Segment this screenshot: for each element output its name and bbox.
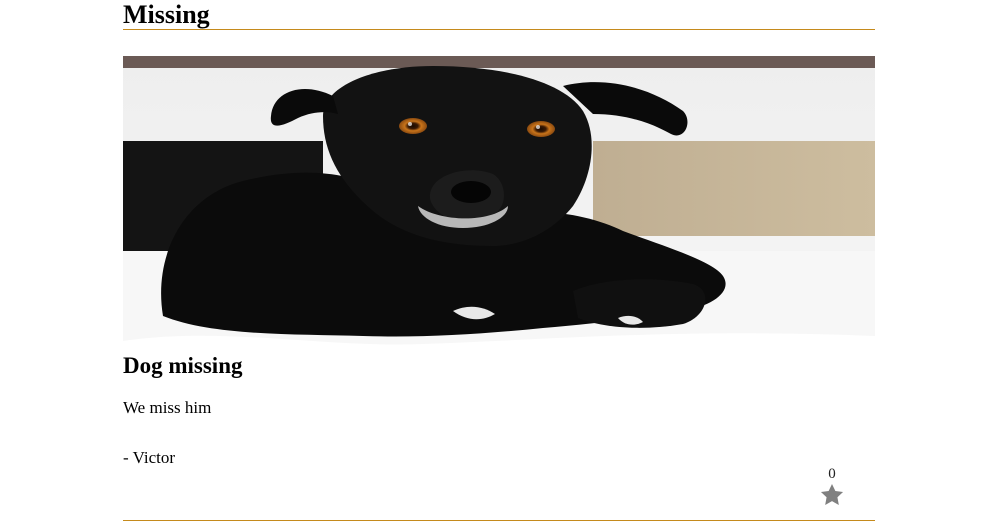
like-button[interactable]: 0	[817, 466, 847, 508]
post-divider	[123, 520, 875, 521]
star-icon[interactable]	[819, 482, 845, 508]
page: Missing Dog missing We miss him - Victor…	[0, 0, 987, 532]
post-author: - Victor	[123, 448, 176, 467]
like-count: 0	[828, 466, 836, 482]
post-card: Dog missing We miss him - Victor 0	[123, 56, 875, 521]
post-image	[123, 56, 875, 356]
page-title: Missing	[123, 0, 210, 29]
title-divider	[123, 29, 875, 30]
dog-photo	[123, 56, 875, 356]
post-body: We miss him	[123, 398, 212, 417]
content-container: Missing Dog missing We miss him - Victor…	[123, 0, 875, 521]
post-title: Dog missing	[123, 353, 243, 378]
